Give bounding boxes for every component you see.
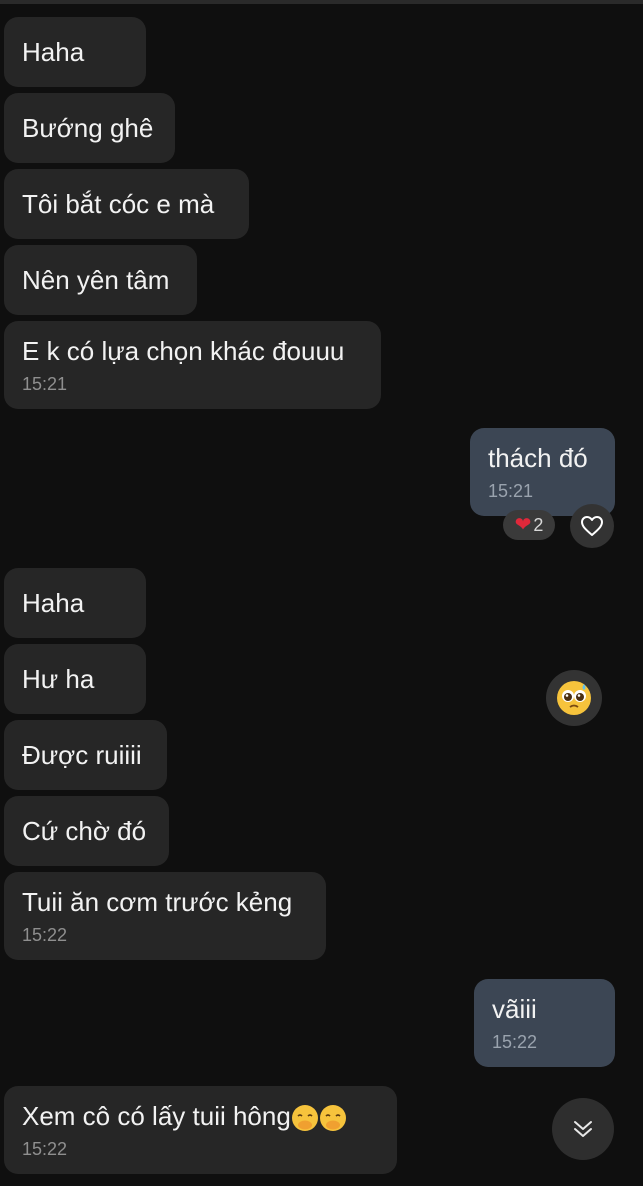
message-timestamp: 15:22 — [22, 925, 68, 945]
message-text: Được ruiiii — [22, 740, 142, 770]
reaction-summary[interactable]: ❤ 2 — [503, 510, 555, 540]
heart-outline-icon — [581, 516, 603, 536]
message-text: Tôi bắt cóc e mà — [22, 189, 215, 219]
add-reaction-button[interactable] — [570, 504, 614, 548]
message-bubble[interactable]: Được ruiiii — [4, 720, 167, 790]
sent-message-bubble[interactable]: thách đó 15:21 — [470, 428, 615, 516]
message-text: vãiii — [492, 994, 537, 1024]
emoji-reaction-button[interactable] — [546, 670, 602, 726]
message-bubble[interactable]: Bướng ghê — [4, 93, 175, 163]
double-chevron-down-icon — [574, 1121, 592, 1137]
sent-message-bubble[interactable]: vãiii 15:22 — [474, 979, 615, 1067]
hand-over-mouth-icon — [319, 1105, 346, 1132]
message-text: E k có lựa chọn khác đouuu — [22, 336, 345, 366]
message-text: Haha — [22, 37, 85, 67]
message-text: Bướng ghê — [22, 113, 154, 143]
message-bubble[interactable]: Tôi bắt cóc e mà — [4, 169, 249, 239]
pleading-face-icon — [557, 681, 591, 715]
message-bubble[interactable]: Tuii ăn cơm trước kẻng 15:22 — [4, 872, 326, 960]
message-text: Tuii ăn cơm trước kẻng — [22, 887, 293, 917]
scroll-to-bottom-button[interactable] — [552, 1098, 614, 1160]
message-text: Nên yên tâm — [22, 265, 170, 295]
message-timestamp: 15:22 — [22, 1139, 68, 1160]
message-bubble[interactable]: Xem cô có lấy tuii hông 15:22 — [4, 1086, 397, 1174]
message-timestamp: 15:22 — [492, 1032, 538, 1052]
message-bubble[interactable]: Cứ chờ đó — [4, 796, 169, 866]
message-text: Hư ha — [22, 664, 95, 694]
top-divider — [0, 0, 643, 4]
message-bubble[interactable]: Nên yên tâm — [4, 245, 197, 315]
heart-icon: ❤ — [514, 514, 532, 536]
message-text: Xem cô có lấy tuii hông — [22, 1100, 291, 1131]
message-text: Haha — [22, 588, 85, 618]
message-bubble[interactable]: Haha — [4, 568, 146, 638]
chat-view: Haha Bướng ghê Tôi bắt cóc e mà Nên yên … — [0, 0, 643, 1186]
message-timestamp: 15:21 — [488, 481, 534, 501]
message-row: Xem cô có lấy tuii hông — [22, 1100, 379, 1132]
message-bubble[interactable]: Haha — [4, 17, 146, 87]
reaction-count: 2 — [533, 514, 544, 535]
message-bubble[interactable]: Hư ha — [4, 644, 146, 714]
hand-over-mouth-icon — [291, 1105, 318, 1132]
message-timestamp: 15:21 — [22, 374, 68, 394]
message-text: thách đó — [488, 443, 588, 473]
message-bubble[interactable]: E k có lựa chọn khác đouuu 15:21 — [4, 321, 381, 409]
message-text: Cứ chờ đó — [22, 816, 147, 846]
